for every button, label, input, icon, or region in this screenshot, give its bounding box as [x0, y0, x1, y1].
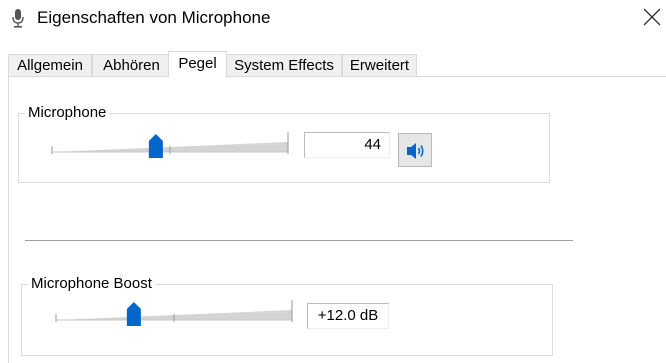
microphone-boost-group-label: Microphone Boost: [31, 275, 152, 292]
slider-thumb[interactable]: [148, 134, 163, 158]
tab-pegel[interactable]: Pegel: [168, 51, 227, 77]
microphone-mute-button[interactable]: [398, 133, 432, 167]
tab-allgemein[interactable]: Allgemein: [8, 54, 92, 76]
section-divider: [25, 240, 573, 241]
microphone-icon: [12, 9, 24, 28]
slider-thumb[interactable]: [126, 302, 141, 326]
tab-erweitert[interactable]: Erweitert: [342, 54, 417, 76]
tab-bar: Allgemein Abhören Pegel System Effects E…: [8, 51, 666, 77]
tab-abhoeren[interactable]: Abhören: [92, 54, 171, 76]
title-bar: Eigenschaften von Microphone: [0, 0, 666, 38]
microphone-boost-slider[interactable]: [55, 292, 293, 332]
microphone-level-value[interactable]: 44: [304, 132, 390, 158]
speaker-volume-icon: [407, 143, 424, 159]
tab-system-effects[interactable]: System Effects: [226, 54, 342, 76]
boost-slider-graphic: [55, 300, 293, 326]
window-title: Eigenschaften von Microphone: [37, 8, 271, 27]
close-button[interactable]: [636, 3, 666, 33]
microphone-boost-value[interactable]: +12.0 dB: [307, 303, 389, 329]
microphone-level-slider[interactable]: [51, 124, 289, 164]
close-icon: [643, 8, 661, 26]
microphone-group-label: Microphone: [28, 104, 107, 121]
microphone-slider-graphic: [51, 132, 289, 158]
